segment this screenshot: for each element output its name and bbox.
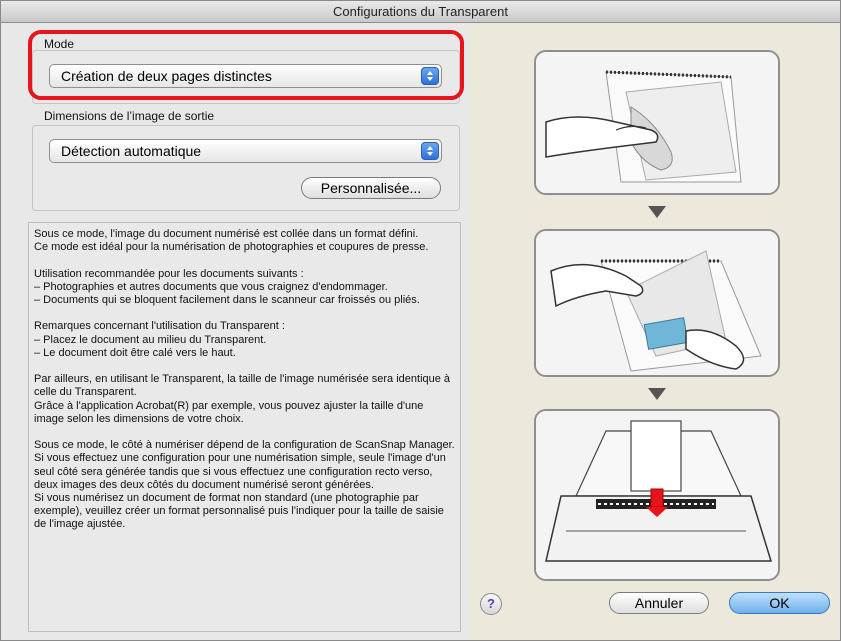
- window-title: Configurations du Transparent: [1, 1, 840, 23]
- step-arrow-down-icon: [648, 388, 666, 400]
- help-button[interactable]: ?: [480, 593, 502, 615]
- mode-highlight: [28, 30, 464, 100]
- illustration-insert-document: [534, 50, 780, 195]
- output-size-select[interactable]: Détection automatique: [49, 139, 442, 163]
- custom-size-button[interactable]: Personnalisée...: [301, 177, 441, 199]
- illustration-place-photo: [534, 229, 780, 377]
- popup-arrows-icon: [421, 142, 439, 160]
- description-text: Sous ce mode, l'image du document numéri…: [28, 222, 461, 632]
- place-photo-image: [536, 231, 778, 375]
- output-size-select-value: Détection automatique: [61, 143, 202, 159]
- insert-document-image: [536, 52, 778, 193]
- cancel-button[interactable]: Annuler: [609, 592, 709, 614]
- step-arrow-down-icon: [648, 206, 666, 218]
- scanner-image: [536, 411, 778, 579]
- output-size-label: Dimensions de l’image de sortie: [44, 109, 215, 123]
- illustration-scanner: [534, 409, 780, 581]
- ok-button[interactable]: OK: [729, 592, 830, 614]
- dialog-window: Configurations du Transparent Mode Créat…: [0, 0, 841, 641]
